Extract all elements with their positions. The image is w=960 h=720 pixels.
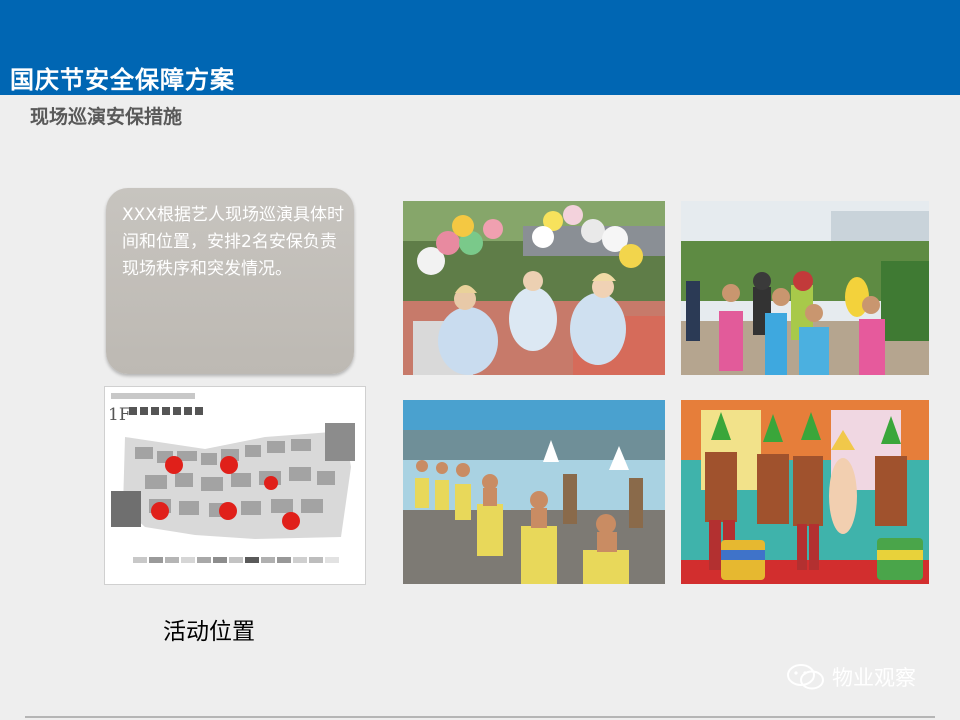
- activity-location-caption: 活动位置: [163, 619, 255, 645]
- watermark: 物业观察: [786, 662, 916, 692]
- bottom-divider: [25, 716, 935, 718]
- callout-text: XXX根据艺人现场巡演具体时间和位置，安排2名安保负责现场秩序和突发情况。: [122, 205, 344, 279]
- wechat-icon: [787, 664, 824, 690]
- slide-title: 国庆节安全保障方案: [10, 66, 235, 94]
- floor-plan-map: 1F: [104, 386, 366, 585]
- title-banner: 国庆节安全保障方案: [0, 0, 960, 95]
- hula-dancers-photo: [403, 400, 665, 584]
- watermark-text: 物业观察: [832, 666, 916, 690]
- park-performers-photo: [681, 201, 929, 375]
- balloon-parade-photo: [403, 201, 665, 375]
- section-subtitle: 现场巡演安保措施: [30, 106, 183, 128]
- drum-performers-photo: [681, 400, 929, 584]
- description-callout: XXX根据艺人现场巡演具体时间和位置，安排2名安保负责现场秩序和突发情况。: [106, 188, 354, 374]
